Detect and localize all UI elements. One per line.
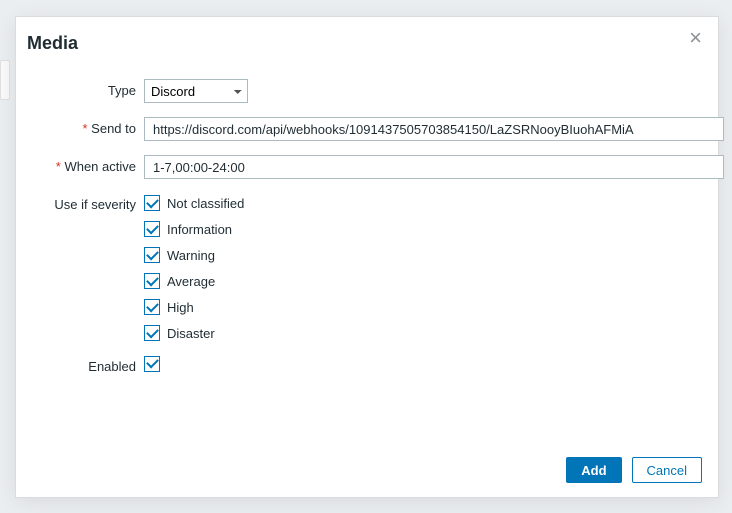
- when-active-input[interactable]: [144, 155, 724, 179]
- media-form: Type Discord Send to When active Use if …: [16, 79, 718, 388]
- severity-item-average: Average: [144, 273, 702, 289]
- type-label: Type: [16, 79, 144, 98]
- severity-checkbox[interactable]: [144, 221, 160, 237]
- severity-label: Use if severity: [16, 193, 144, 212]
- severity-item-high: High: [144, 299, 702, 315]
- cancel-button[interactable]: Cancel: [632, 457, 702, 483]
- close-icon[interactable]: ×: [683, 23, 708, 53]
- severity-checkbox[interactable]: [144, 299, 160, 315]
- media-modal: × Media Type Discord Send to When active…: [15, 16, 719, 498]
- severity-text: Disaster: [167, 326, 215, 341]
- severity-text: Average: [167, 274, 215, 289]
- severity-item-disaster: Disaster: [144, 325, 702, 341]
- severity-checkbox[interactable]: [144, 273, 160, 289]
- severity-item-warning: Warning: [144, 247, 702, 263]
- severity-item-not-classified: Not classified: [144, 195, 702, 211]
- background-fragment: [0, 60, 10, 100]
- severity-checkbox[interactable]: [144, 195, 160, 211]
- add-button[interactable]: Add: [566, 457, 621, 483]
- send-to-label: Send to: [16, 117, 144, 136]
- send-to-input[interactable]: [144, 117, 724, 141]
- severity-checkbox[interactable]: [144, 325, 160, 341]
- severity-item-information: Information: [144, 221, 702, 237]
- when-active-label: When active: [16, 155, 144, 174]
- enabled-label: Enabled: [16, 355, 144, 374]
- modal-title: Media: [27, 33, 78, 54]
- severity-text: Warning: [167, 248, 215, 263]
- severity-checkbox[interactable]: [144, 247, 160, 263]
- modal-footer: Add Cancel: [566, 457, 702, 483]
- severity-text: Not classified: [167, 196, 244, 211]
- enabled-checkbox[interactable]: [144, 356, 160, 372]
- type-select[interactable]: Discord: [144, 79, 248, 103]
- severity-text: High: [167, 300, 194, 315]
- severity-text: Information: [167, 222, 232, 237]
- severity-list: Not classified Information Warning Avera…: [144, 193, 702, 341]
